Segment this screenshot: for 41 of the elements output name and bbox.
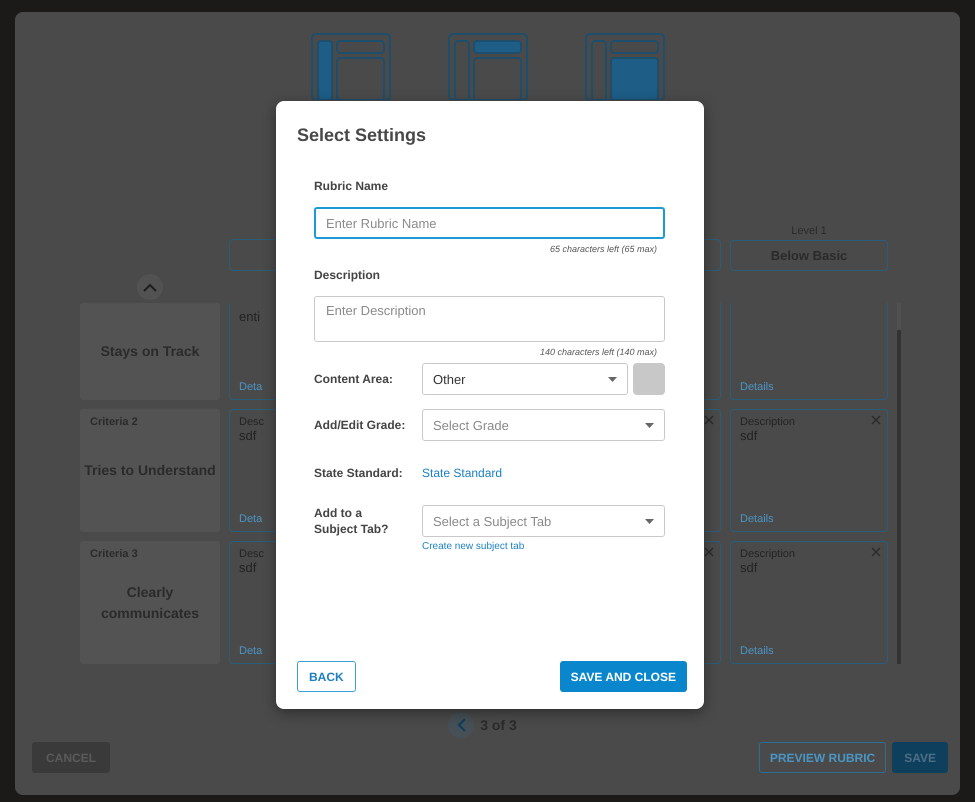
back-button[interactable]: BACK	[297, 661, 356, 692]
details-link[interactable]: Deta	[239, 513, 262, 525]
chevron-up-icon	[143, 282, 157, 292]
layout-template-icon[interactable]	[584, 33, 664, 100]
field-label: Add/Edit Grade:	[314, 417, 406, 433]
dropdown-caret-icon	[645, 518, 654, 524]
state-standard-link[interactable]: State Standard	[422, 466, 502, 480]
dropdown-caret-icon	[645, 422, 654, 428]
dialog-title: Select Settings	[297, 125, 428, 146]
dropdown-caret-icon	[608, 376, 617, 382]
field-label: Rubric Name	[314, 179, 390, 193]
field-label: State Standard:	[314, 465, 404, 481]
layout-template-icon[interactable]	[310, 33, 390, 100]
grade-dropdown[interactable]: Select Grade	[422, 409, 665, 441]
previous-page-button[interactable]	[448, 712, 474, 738]
details-link[interactable]: Deta	[239, 645, 262, 657]
field-label: Add to a Subject Tab?	[314, 505, 390, 537]
details-link[interactable]: Details	[740, 645, 774, 657]
close-icon[interactable]	[871, 415, 881, 425]
field-label: Content Area:	[314, 371, 394, 387]
details-link[interactable]: Details	[740, 513, 774, 525]
rubric-name-field[interactable]: Enter Rubric Name	[314, 207, 665, 239]
color-swatch[interactable]	[633, 363, 665, 395]
details-link[interactable]: Deta	[239, 381, 262, 393]
close-icon[interactable]	[704, 415, 714, 425]
details-link[interactable]: Details	[740, 381, 774, 393]
subject-tab-dropdown[interactable]: Select a Subject Tab	[422, 505, 665, 537]
save-button[interactable]: SAVE	[892, 742, 948, 773]
content-area-dropdown[interactable]: Other	[422, 363, 628, 395]
character-counter: 140 characters left (140 max)	[538, 347, 657, 357]
layout-template-icon[interactable]	[448, 33, 528, 100]
chevron-left-icon	[456, 718, 466, 732]
character-counter: 65 characters left (65 max)	[548, 244, 657, 254]
create-subject-tab-link[interactable]: Create new subject tab	[422, 541, 524, 552]
preview-rubric-button[interactable]: PREVIEW RUBRIC	[758, 742, 886, 773]
close-icon[interactable]	[704, 547, 714, 557]
save-and-close-button[interactable]: SAVE AND CLOSE	[560, 661, 687, 692]
description-field[interactable]: Enter Description	[314, 296, 665, 342]
field-label: Description	[314, 268, 382, 282]
scroll-up-button[interactable]	[137, 274, 163, 300]
close-icon[interactable]	[871, 547, 881, 557]
